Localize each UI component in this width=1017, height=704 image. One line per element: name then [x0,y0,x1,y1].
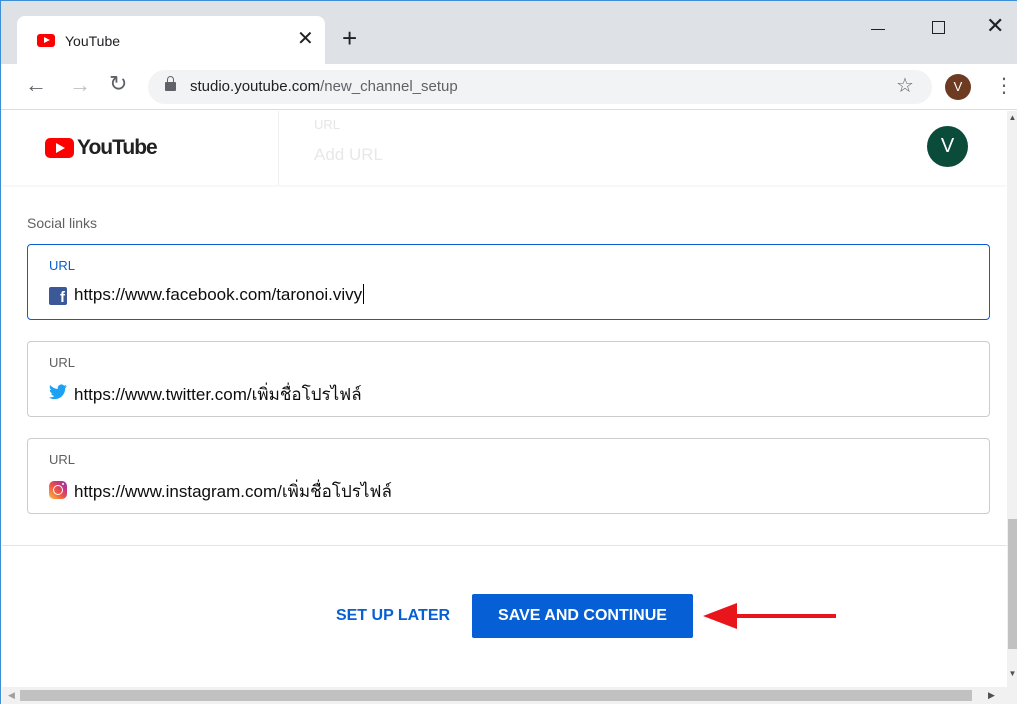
browser-toolbar: ← → ↻ studio.youtube.com/new_channel_set… [1,64,1017,110]
scroll-left-icon[interactable]: ◀ [8,690,15,701]
facebook-url-field[interactable]: URL f https://www.facebook.com/taronoi.v… [27,244,990,320]
twitter-url-value[interactable]: https://www.twitter.com/เพิ่มชื่อโปรไฟล์ [74,381,362,408]
social-links-heading: Social links [27,215,98,231]
maximize-icon[interactable] [932,21,945,34]
ghost-divider [278,111,279,185]
field-label: URL [49,355,76,370]
twitter-url-field[interactable]: URL https://www.twitter.com/เพิ่มชื่อโปร… [27,341,990,417]
save-and-continue-button[interactable]: SAVE AND CONTINUE [472,594,693,638]
browser-profile-avatar[interactable]: V [945,74,971,100]
address-url[interactable]: studio.youtube.com/new_channel_setup [190,78,458,95]
facebook-url-text: https://www.facebook.com/taronoi.vivy [74,285,363,304]
facebook-icon: f [49,287,67,305]
forward-arrow-icon[interactable]: → [69,74,91,96]
address-bar[interactable]: studio.youtube.com/new_channel_setup ☆ [148,70,932,104]
footer-divider [2,545,1007,546]
url-path: /new_channel_setup [320,78,458,95]
scroll-up-icon[interactable]: ▲ [1007,113,1017,122]
youtube-header: URL Add URL YouTube V [2,111,1007,185]
youtube-play-icon [45,138,74,158]
twitter-icon [49,384,67,402]
vertical-scrollbar[interactable]: ▲ ▼ [1007,111,1017,687]
set-up-later-button[interactable]: SET UP LATER [327,594,459,638]
scroll-down-icon[interactable]: ▼ [1007,669,1017,678]
window-close-icon[interactable]: ✕ [986,15,1004,37]
twitter-bird-icon [49,384,67,400]
instagram-url-value[interactable]: https://www.instagram.com/เพิ่มชื่อโปรไฟ… [74,478,392,505]
tab-strip: YouTube ✕ + ✕ [1,0,1017,66]
text-caret [363,284,365,304]
tab-close-icon[interactable]: ✕ [297,29,314,49]
minimize-icon[interactable] [871,11,887,31]
vertical-scroll-thumb[interactable] [1008,519,1017,649]
youtube-logo-text: YouTube [77,136,158,159]
browser-tab[interactable]: YouTube ✕ [17,16,325,66]
lock-icon[interactable] [165,76,176,91]
field-label: URL [49,452,76,467]
reload-icon[interactable]: ↻ [109,73,127,95]
field-label: URL [49,258,76,273]
red-arrow-annotation-icon [703,603,836,629]
page-content: URL Add URL YouTube V Social links URL f… [2,111,1007,687]
browser-menu-icon[interactable]: ⋮ [994,74,1014,98]
facebook-url-value[interactable]: https://www.facebook.com/taronoi.vivy [74,284,365,305]
instagram-url-field[interactable]: URL https://www.instagram.com/เพิ่มชื่อโ… [27,438,990,514]
scroll-right-icon[interactable]: ▶ [988,690,995,701]
horizontal-scroll-thumb[interactable] [20,690,972,701]
horizontal-scrollbar[interactable]: ◀ ▶ [2,687,1017,704]
new-tab-button[interactable]: + [342,25,357,51]
ghost-url-label: URL [314,117,341,132]
browser-window: YouTube ✕ + ✕ ← → ↻ studio.youtube.com/n… [0,0,1017,704]
ghost-url-value: Add URL [314,145,383,164]
youtube-favicon-icon [37,34,55,47]
instagram-icon [49,481,67,499]
bookmark-star-icon[interactable]: ☆ [896,75,914,97]
url-host: studio.youtube.com [190,78,321,95]
channel-avatar[interactable]: V [927,126,968,167]
tab-title: YouTube [65,33,121,49]
back-arrow-icon[interactable]: ← [25,74,47,96]
